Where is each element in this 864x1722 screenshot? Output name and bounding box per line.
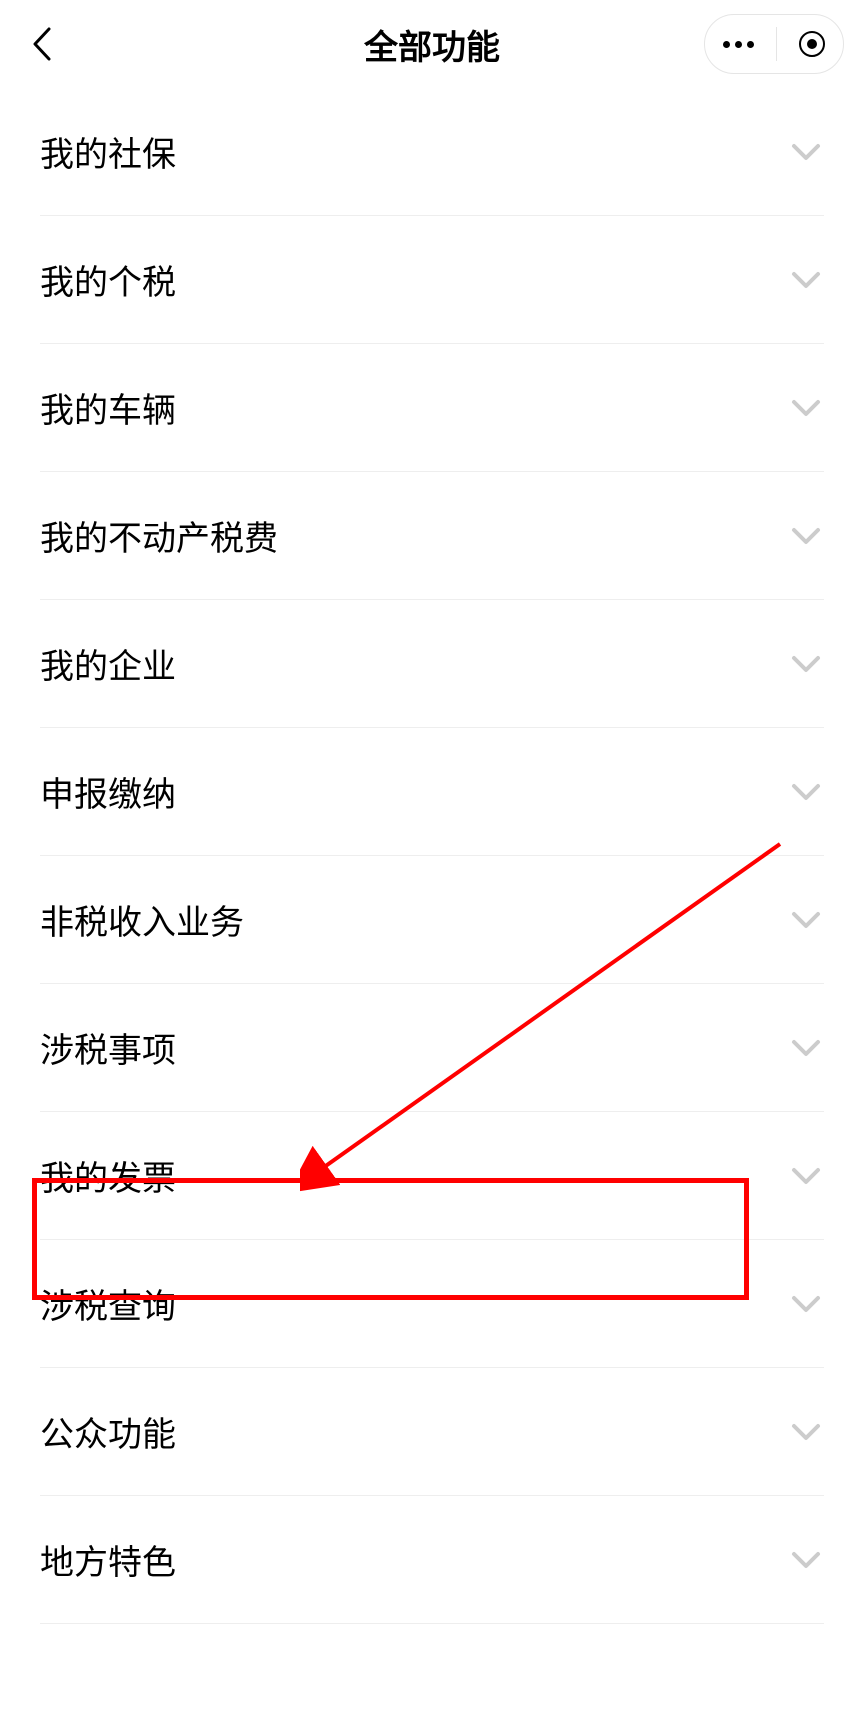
menu-item-label: 我的个税 bbox=[40, 255, 176, 304]
menu-item-my-enterprise[interactable]: 我的企业 bbox=[40, 600, 824, 728]
close-button[interactable] bbox=[799, 31, 825, 57]
chevron-down-icon bbox=[788, 390, 824, 426]
menu-item-label: 申报缴纳 bbox=[40, 767, 176, 816]
menu-item-declaration-payment[interactable]: 申报缴纳 bbox=[40, 728, 824, 856]
chevron-down-icon bbox=[788, 1158, 824, 1194]
dot-icon bbox=[735, 41, 742, 48]
chevron-down-icon bbox=[788, 774, 824, 810]
menu-item-label: 涉税查询 bbox=[40, 1279, 176, 1328]
target-inner-icon bbox=[807, 39, 817, 49]
dot-icon bbox=[723, 41, 730, 48]
menu-item-my-invoice[interactable]: 我的发票 bbox=[40, 1112, 824, 1240]
menu-item-label: 非税收入业务 bbox=[40, 895, 244, 944]
capsule-menu bbox=[704, 14, 845, 74]
chevron-down-icon bbox=[788, 262, 824, 298]
chevron-left-icon bbox=[31, 25, 53, 63]
header: 全部功能 bbox=[0, 0, 864, 88]
menu-item-local-features[interactable]: 地方特色 bbox=[40, 1496, 824, 1624]
chevron-down-icon bbox=[788, 134, 824, 170]
menu-item-public-functions[interactable]: 公众功能 bbox=[40, 1368, 824, 1496]
menu-item-non-tax-revenue[interactable]: 非税收入业务 bbox=[40, 856, 824, 984]
menu-item-tax-query[interactable]: 涉税查询 bbox=[40, 1240, 824, 1368]
back-button[interactable] bbox=[20, 22, 64, 66]
menu-item-label: 我的社保 bbox=[40, 127, 176, 176]
menu-item-my-real-estate-tax[interactable]: 我的不动产税费 bbox=[40, 472, 824, 600]
dot-icon bbox=[747, 41, 754, 48]
chevron-down-icon bbox=[788, 1286, 824, 1322]
chevron-down-icon bbox=[788, 1414, 824, 1450]
page-title: 全部功能 bbox=[364, 20, 500, 69]
more-button[interactable] bbox=[723, 41, 754, 48]
chevron-down-icon bbox=[788, 646, 824, 682]
menu-item-label: 我的发票 bbox=[40, 1151, 176, 1200]
chevron-down-icon bbox=[788, 1542, 824, 1578]
menu-item-my-vehicle[interactable]: 我的车辆 bbox=[40, 344, 824, 472]
divider bbox=[776, 27, 778, 61]
menu-item-label: 涉税事项 bbox=[40, 1023, 176, 1072]
chevron-down-icon bbox=[788, 1030, 824, 1066]
chevron-down-icon bbox=[788, 518, 824, 554]
menu-item-tax-matters[interactable]: 涉税事项 bbox=[40, 984, 824, 1112]
menu-item-label: 我的车辆 bbox=[40, 383, 176, 432]
menu-item-my-income-tax[interactable]: 我的个税 bbox=[40, 216, 824, 344]
menu-item-label: 我的企业 bbox=[40, 639, 176, 688]
menu-item-label: 地方特色 bbox=[40, 1535, 176, 1584]
menu-item-my-social-insurance[interactable]: 我的社保 bbox=[40, 88, 824, 216]
chevron-down-icon bbox=[788, 902, 824, 938]
menu-list: 我的社保我的个税我的车辆我的不动产税费我的企业申报缴纳非税收入业务涉税事项我的发… bbox=[0, 88, 864, 1624]
menu-item-label: 我的不动产税费 bbox=[40, 511, 278, 560]
menu-item-label: 公众功能 bbox=[40, 1407, 176, 1456]
